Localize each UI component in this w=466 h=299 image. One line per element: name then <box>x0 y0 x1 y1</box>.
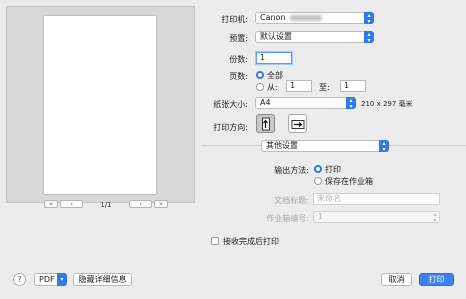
output-save-jobbox-radio[interactable] <box>314 177 322 185</box>
pages-range-radio[interactable] <box>256 83 264 91</box>
presets-label: 预置: <box>229 34 248 43</box>
output-print-label: 打印 <box>325 165 341 174</box>
question-mark-icon: ? <box>17 275 22 284</box>
cancel-button[interactable]: 取消 <box>381 273 412 286</box>
preview-page <box>44 16 156 194</box>
printer-label: 打印机: <box>221 15 248 24</box>
presets-value: 默认设置 <box>260 32 292 41</box>
paper-size-label: 纸张大小: <box>213 100 248 109</box>
landscape-orientation-icon <box>291 119 304 129</box>
chevron-updown-icon: ▴ ▾ <box>364 31 374 44</box>
copies-label: 份数: <box>229 55 248 64</box>
last-page-button[interactable]: » <box>154 200 168 208</box>
chevron-right-icon: › <box>139 199 142 208</box>
next-page-button[interactable]: › <box>129 200 152 208</box>
pages-label: 页数: <box>229 72 248 81</box>
settings-section-select[interactable]: 其他设置 ▴ ▾ <box>261 140 389 153</box>
pages-to-label: 至: <box>319 83 330 92</box>
printer-model-redacted <box>289 14 322 21</box>
help-button[interactable]: ? <box>13 273 26 286</box>
pdf-menu-button[interactable]: PDF ▾ <box>34 273 67 286</box>
copies-field[interactable]: 1 <box>256 52 292 64</box>
printer-value: Canon <box>260 13 286 22</box>
print-after-receiving-checkbox[interactable] <box>211 237 219 245</box>
pages-from-label: 从: <box>267 83 278 92</box>
last-page-icon: » <box>158 199 164 208</box>
document-title-label: 文档标题: <box>274 196 309 205</box>
pages-all-label: 全部 <box>267 71 283 80</box>
page-indicator: 1/1 <box>100 201 112 209</box>
job-box-number-select[interactable]: 1 ▴ ▾ <box>313 211 440 224</box>
pdf-label: PDF <box>39 275 55 284</box>
pages-to-field[interactable]: 1 <box>340 80 366 92</box>
output-save-jobbox-label: 保存在作业箱 <box>325 177 373 186</box>
paper-size-value: A4 <box>260 98 271 107</box>
chevron-down-icon: ▾ <box>57 273 67 286</box>
print-after-receiving-label: 接收完成后打印 <box>223 237 279 246</box>
first-page-button[interactable]: « <box>44 200 58 208</box>
output-method-label: 输出方法: <box>274 166 309 175</box>
paper-dimensions: 210 x 297 毫米 <box>361 100 413 108</box>
presets-select[interactable]: 默认设置 ▴ ▾ <box>255 31 374 44</box>
output-print-radio[interactable] <box>314 165 322 173</box>
hide-details-button[interactable]: 隐藏详细信息 <box>73 273 132 286</box>
portrait-orientation-icon <box>262 117 270 130</box>
pages-from-field[interactable]: 1 <box>286 80 312 92</box>
chevron-left-icon: ‹ <box>70 199 73 208</box>
printer-select[interactable]: Canon ▴ ▾ <box>255 12 374 25</box>
chevron-updown-icon: ▴ ▾ <box>433 211 437 224</box>
landscape-orientation-button[interactable] <box>288 114 307 133</box>
first-page-icon: « <box>48 199 54 208</box>
portrait-orientation-button[interactable] <box>256 114 275 133</box>
chevron-updown-icon: ▴ ▾ <box>379 140 389 153</box>
paper-size-select[interactable]: A4 ▴ ▾ <box>255 97 356 110</box>
document-title-field[interactable]: 未命名 <box>313 193 440 205</box>
print-button[interactable]: 打印 <box>419 273 454 286</box>
chevron-updown-icon: ▴ ▾ <box>346 97 356 110</box>
job-box-number-value: 1 <box>318 212 324 221</box>
pages-all-radio[interactable] <box>256 71 264 79</box>
settings-section-value: 其他设置 <box>266 141 298 150</box>
job-box-number-label: 作业箱编号: <box>266 214 309 223</box>
previous-page-button[interactable]: ‹ <box>60 200 83 208</box>
orientation-label: 打印方向: <box>213 123 248 132</box>
chevron-updown-icon: ▴ ▾ <box>364 12 374 25</box>
